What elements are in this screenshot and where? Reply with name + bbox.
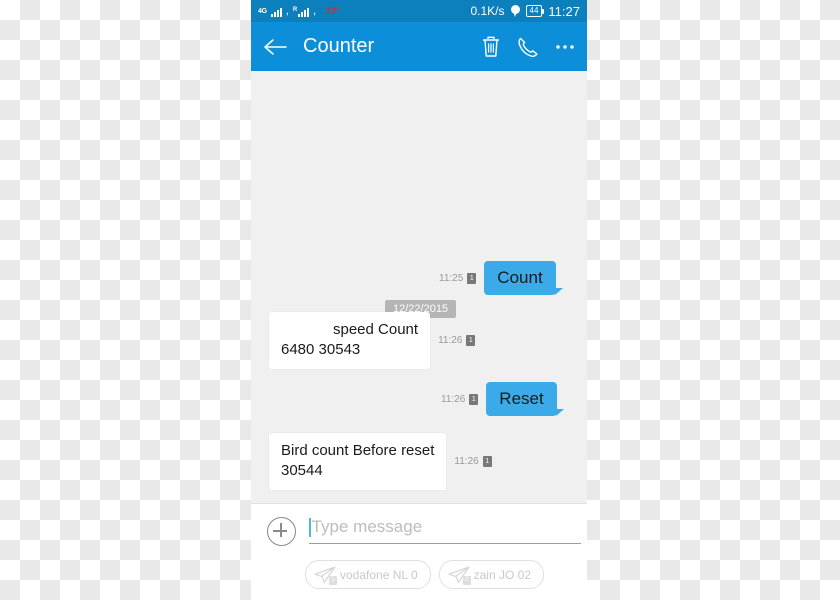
status-bar: 4G , R , 12° 0.1K/s 44 11:27: [251, 0, 587, 22]
status-bar-right: 0.1K/s 44 11:27: [470, 4, 580, 19]
sim-indicator-icon: 1: [467, 272, 477, 284]
message-row-outgoing-2: 11:26 1 Reset: [441, 382, 565, 416]
data-speed-indicator: 0.1K/s: [470, 4, 505, 18]
more-options-icon[interactable]: [555, 44, 575, 50]
message-meta: 11:26 1: [454, 455, 492, 467]
sim-badge-icon: 2: [462, 575, 471, 585]
message-bubble[interactable]: speed Count 6480 30543: [269, 312, 431, 369]
message-list[interactable]: 12/22/2015 11:25 1 Count speed Count 648…: [251, 71, 587, 502]
message-composer: Type message 1 vodafone NL 0 2 zain JO 0…: [251, 503, 587, 600]
message-meta: 11:26 1: [438, 334, 476, 346]
temperature-indicator: 12°: [325, 5, 341, 17]
message-line-1: speed Count: [333, 321, 419, 338]
roaming-indicator-icon: R: [292, 6, 298, 13]
sim-indicator-icon: 1: [482, 455, 492, 467]
message-time: 11:25: [439, 272, 464, 284]
message-row-outgoing-1: 11:25 1 Count: [439, 261, 564, 295]
signal-strength-sim1-icon: [270, 6, 282, 17]
message-time: 11:26: [438, 334, 463, 346]
status-bar-left: 4G , R , 12°: [258, 4, 470, 17]
message-meta: 11:26 1: [441, 393, 479, 405]
signal-separator-2: ,: [313, 4, 317, 17]
message-bubble[interactable]: Reset: [486, 382, 565, 416]
status-bar-clock: 11:27: [548, 3, 580, 19]
message-meta: 11:25 1: [439, 272, 477, 284]
phone-screen: 4G , R , 12° 0.1K/s 44 11:27 Counter 12/…: [251, 0, 587, 600]
sim-indicator-icon: 1: [466, 334, 476, 346]
send-button-label: zain JO 02: [473, 567, 531, 582]
battery-indicator: 44: [525, 5, 545, 17]
send-button-label: vodafone NL 0: [340, 567, 418, 582]
message-time: 11:26: [441, 393, 466, 405]
sim-indicator-icon: 1: [469, 393, 479, 405]
location-pin-icon: [510, 5, 520, 17]
message-row-incoming-2: Bird count Before reset 30544 11:26 1: [269, 433, 492, 490]
back-arrow-icon[interactable]: [263, 37, 287, 57]
trash-icon[interactable]: [481, 36, 501, 58]
phone-icon[interactable]: [517, 36, 539, 58]
message-line-2: 6480 30543: [281, 341, 361, 359]
message-line-2: 30544: [281, 462, 323, 480]
text-cursor: [309, 517, 311, 537]
message-input-field[interactable]: Type message: [309, 517, 581, 544]
signal-strength-sim2-icon: R: [292, 6, 310, 17]
message-row-incoming-1: speed Count 6480 30543 11:26 1: [269, 312, 476, 369]
send-plane-icon: 1: [314, 565, 337, 585]
send-plane-icon: 2: [448, 565, 471, 585]
message-bubble[interactable]: Count: [484, 261, 564, 295]
message-input-placeholder: Type message: [311, 517, 423, 536]
send-button-sim2[interactable]: 2 zain JO 02: [438, 560, 544, 589]
sim-badge-icon: 1: [329, 575, 337, 585]
message-bubble[interactable]: Bird count Before reset 30544: [269, 433, 447, 490]
send-button-group: 1 vodafone NL 0 2 zain JO 02: [305, 560, 544, 589]
message-line-1: Bird count Before reset: [281, 442, 435, 459]
plus-circle-icon[interactable]: [267, 517, 296, 546]
network-type-icon: 4G: [258, 7, 267, 15]
send-button-sim1[interactable]: 1 vodafone NL 0: [305, 560, 431, 589]
app-bar: Counter: [251, 22, 587, 71]
message-time: 11:26: [454, 455, 479, 467]
page-title: Counter: [303, 35, 375, 57]
signal-separator: ,: [285, 4, 289, 17]
